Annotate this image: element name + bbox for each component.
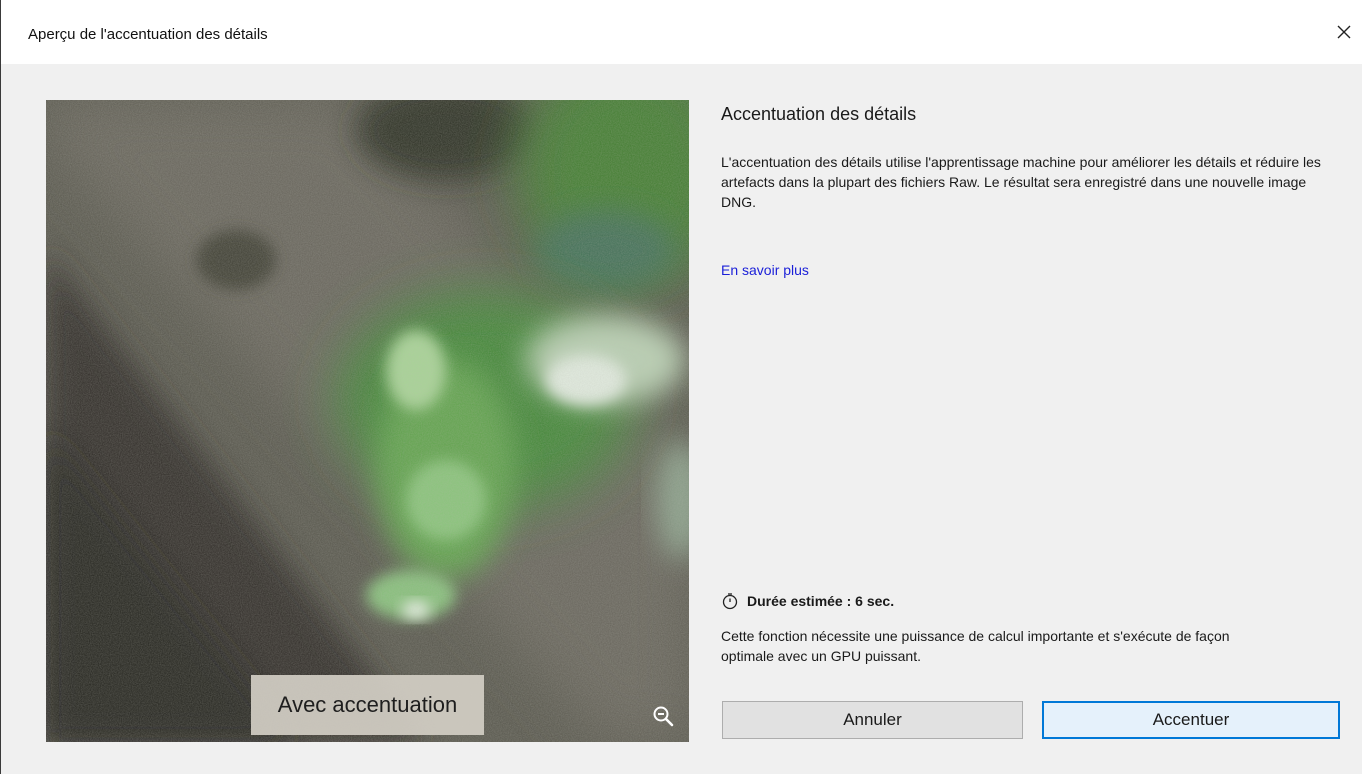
estimated-duration: Durée estimée : 6 sec.	[721, 592, 894, 610]
close-button[interactable]	[1330, 18, 1358, 46]
enhance-button[interactable]: Accentuer	[1042, 701, 1340, 739]
feature-heading: Accentuation des détails	[721, 104, 917, 124]
dialog-title: Aperçu de l'accentuation des détails	[28, 26, 268, 43]
preview-image[interactable]: Avec accentuation	[46, 100, 689, 742]
duration-text: Durée estimée : 6 sec.	[747, 593, 895, 609]
close-icon	[1337, 25, 1351, 39]
feature-description: L'accentuation des détails utilise l'app…	[721, 154, 1321, 210]
enhance-preview-dialog: Aperçu de l'accentuation des détails Ave…	[0, 0, 1362, 774]
title-bar: Aperçu de l'accentuation des détails	[1, 0, 1362, 64]
preview-photo	[46, 100, 689, 742]
preview-mode-label: Avec accentuation	[251, 675, 484, 735]
zoom-out-icon	[653, 706, 674, 727]
timer-icon	[722, 593, 738, 610]
zoom-button[interactable]	[650, 703, 678, 731]
gpu-note: Cette fonction nécessite une puissance d…	[721, 628, 1230, 664]
cancel-button[interactable]: Annuler	[722, 701, 1023, 739]
learn-more-link[interactable]: En savoir plus	[721, 262, 809, 278]
